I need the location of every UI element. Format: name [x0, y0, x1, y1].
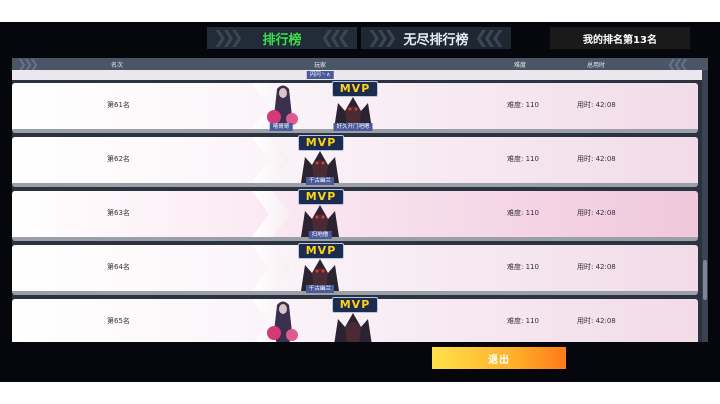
table-row[interactable]: 第65名 MVP 难度: 110 用时: 42:08 — [12, 297, 698, 342]
row-rank: 第61名 — [107, 101, 130, 109]
mvp-badge: MVP — [332, 81, 378, 97]
game-window: ❯❯❯ 排行榜 ❮❮❮ ❯❯❯ 无尽排行榜 ❮❮❮ 我的排名第13名 ❯❯❯ 名… — [0, 22, 720, 382]
tab-endless-label: 无尽排行榜 — [403, 32, 469, 48]
column-header-bar: ❯❯❯ 名次 玩家 难度 总用时 ❮❮❮ — [12, 58, 708, 70]
player-avatar-girl-icon — [267, 301, 298, 342]
table-row[interactable]: 第64名 MVP 千古幽兰 难度: 110 用时: 42:08 — [12, 243, 698, 295]
row-difficulty: 难度: 110 — [507, 209, 539, 217]
header-stripes-left-icon: ❯❯❯ — [16, 57, 39, 71]
exit-button[interactable]: 退出 — [432, 347, 566, 369]
player-name: 好久开门吧嗯 — [333, 123, 373, 131]
tab-leaderboard[interactable]: ❯❯❯ 排行榜 ❮❮❮ — [207, 27, 357, 49]
header-stripes-right-icon: ❮❮❮ — [666, 57, 689, 71]
mvp-badge: MVP — [298, 243, 344, 259]
table-row-highlighted[interactable]: 第63名 MVP 扫地僧 难度: 110 用时: 42:08 — [12, 189, 698, 241]
mvp-badge: MVP — [298, 189, 344, 205]
table-row[interactable]: 第61名 MVP 嘻哥哥 好久开门吧嗯 难度: 110 用时: 42:08 — [12, 81, 698, 133]
chevrons-left-icon: ❯❯❯ — [367, 28, 398, 48]
player-name: 嘻哥哥 — [269, 123, 293, 131]
row-time: 用时: 42:08 — [577, 101, 616, 109]
mvp-badge: MVP — [298, 135, 344, 151]
chevrons-right-icon: ❮❮❮ — [474, 28, 505, 48]
chevrons-right-icon: ❮❮❮ — [320, 28, 351, 48]
leaderboard-tabs: ❯❯❯ 排行榜 ❮❮❮ ❯❯❯ 无尽排行榜 ❮❮❮ — [207, 27, 511, 49]
row-difficulty: 难度: 110 — [507, 317, 539, 325]
player-name: 千古幽兰 — [305, 177, 335, 185]
column-player: 玩家 — [313, 62, 327, 69]
scrollbar-thumb[interactable] — [703, 260, 707, 300]
row-difficulty: 难度: 110 — [507, 263, 539, 271]
row-difficulty: 难度: 110 — [507, 101, 539, 109]
row-rank: 第62名 — [107, 155, 130, 163]
column-time: 总用时 — [586, 62, 606, 69]
tab-leaderboard-label: 排行榜 — [262, 32, 302, 48]
leaderboard-list[interactable]: 闪闪丶∧ 第61名 MVP 嘻哥哥 好久开门吧嗯 难度: 110 用时: 42:… — [12, 70, 702, 342]
list-scrollbar[interactable] — [702, 70, 708, 342]
row-rank: 第64名 — [107, 263, 130, 271]
table-row[interactable]: 第62名 MVP 千古幽兰 难度: 110 用时: 42:08 — [12, 135, 698, 187]
row-time: 用时: 42:08 — [577, 209, 616, 217]
row-chevron-decoration — [252, 245, 290, 291]
row-time: 用时: 42:08 — [577, 155, 616, 163]
mvp-badge: MVP — [332, 297, 378, 313]
row-chevron-decoration — [252, 191, 290, 237]
row-rank: 第65名 — [107, 317, 130, 325]
player-name: 扫地僧 — [308, 231, 332, 239]
partial-row: 闪闪丶∧ — [12, 70, 702, 80]
row-rank: 第63名 — [107, 209, 130, 217]
chevrons-left-icon: ❯❯❯ — [213, 28, 244, 48]
column-rank: 名次 — [110, 62, 124, 69]
my-rank-label: 我的排名第13名 — [550, 27, 690, 49]
row-chevron-decoration — [252, 137, 290, 183]
column-difficulty: 难度 — [513, 62, 527, 69]
row-difficulty: 难度: 110 — [507, 155, 539, 163]
tab-endless-leaderboard[interactable]: ❯❯❯ 无尽排行榜 ❮❮❮ — [361, 27, 511, 49]
player-name: 闪闪丶∧ — [306, 71, 334, 79]
player-name: 千古幽兰 — [305, 285, 335, 293]
row-time: 用时: 42:08 — [577, 317, 616, 325]
row-time: 用时: 42:08 — [577, 263, 616, 271]
